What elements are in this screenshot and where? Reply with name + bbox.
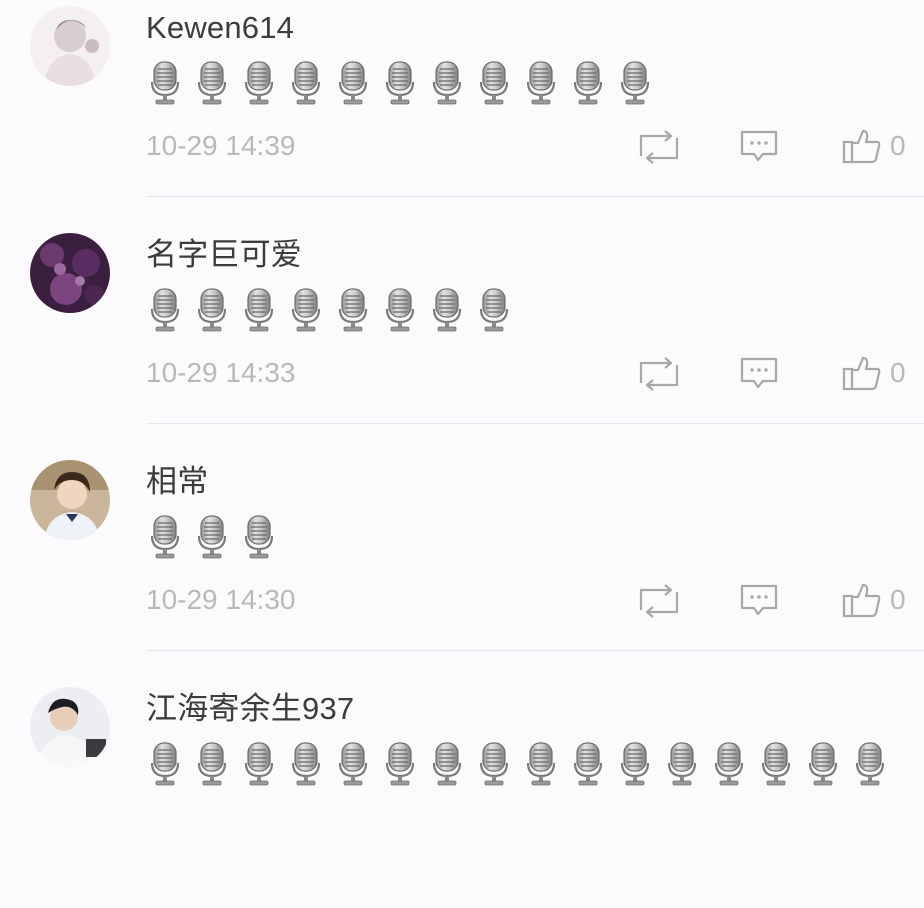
comment-content bbox=[150, 514, 291, 562]
thumbs-up-icon bbox=[842, 128, 882, 164]
microphone-emoji-icon bbox=[573, 60, 603, 106]
comment-item: 江海寄余生937 bbox=[0, 681, 924, 908]
username[interactable]: 名字巨可爱 bbox=[146, 235, 302, 275]
thumbs-up-icon bbox=[842, 582, 882, 618]
microphone-emoji-icon bbox=[432, 287, 462, 333]
microphone-emoji-icon bbox=[526, 60, 556, 106]
microphone-emoji-icon bbox=[244, 741, 274, 787]
microphone-emoji-icon bbox=[385, 60, 415, 106]
repost-button[interactable] bbox=[637, 128, 681, 164]
timestamp: 10-29 14:30 bbox=[146, 584, 296, 615]
comment-list: Kewen614 10-29 14:39 0 名字巨可爱 10-29 14:33… bbox=[0, 0, 924, 792]
comment-item: 相常 10-29 14:30 0 bbox=[0, 454, 924, 681]
microphone-emoji-icon bbox=[761, 741, 791, 787]
avatar[interactable] bbox=[30, 687, 110, 767]
reply-icon bbox=[739, 582, 779, 618]
reply-button[interactable] bbox=[739, 355, 779, 391]
comment-content bbox=[150, 60, 667, 108]
repost-icon bbox=[637, 128, 681, 164]
microphone-emoji-icon bbox=[150, 60, 180, 106]
repost-button[interactable] bbox=[637, 355, 681, 391]
like-button[interactable]: 0 bbox=[842, 128, 912, 164]
microphone-emoji-icon bbox=[479, 741, 509, 787]
microphone-emoji-icon bbox=[197, 60, 227, 106]
microphone-emoji-icon bbox=[385, 741, 415, 787]
microphone-emoji-icon bbox=[338, 741, 368, 787]
microphone-emoji-icon bbox=[667, 741, 697, 787]
microphone-emoji-icon bbox=[714, 741, 744, 787]
microphone-emoji-icon bbox=[808, 741, 838, 787]
repost-icon bbox=[637, 355, 681, 391]
like-button[interactable]: 0 bbox=[842, 582, 912, 618]
timestamp: 10-29 14:39 bbox=[146, 130, 296, 161]
microphone-emoji-icon bbox=[479, 60, 509, 106]
microphone-emoji-icon bbox=[197, 514, 227, 560]
reply-button[interactable] bbox=[739, 128, 779, 164]
microphone-emoji-icon bbox=[338, 287, 368, 333]
like-count: 0 bbox=[890, 584, 906, 615]
like-count: 0 bbox=[890, 130, 906, 161]
microphone-emoji-icon bbox=[620, 741, 650, 787]
repost-button[interactable] bbox=[637, 582, 681, 618]
microphone-emoji-icon bbox=[432, 60, 462, 106]
microphone-emoji-icon bbox=[197, 741, 227, 787]
microphone-emoji-icon bbox=[197, 287, 227, 333]
microphone-emoji-icon bbox=[244, 287, 274, 333]
avatar[interactable] bbox=[30, 6, 110, 86]
comment-item: Kewen614 10-29 14:39 0 bbox=[0, 0, 924, 227]
like-button[interactable]: 0 bbox=[842, 355, 912, 391]
thumbs-up-icon bbox=[842, 355, 882, 391]
reply-button[interactable] bbox=[739, 582, 779, 618]
reply-icon bbox=[739, 128, 779, 164]
timestamp: 10-29 14:33 bbox=[146, 357, 296, 388]
comment-content bbox=[150, 741, 902, 789]
microphone-emoji-icon bbox=[150, 741, 180, 787]
comment-item: 名字巨可爱 10-29 14:33 0 bbox=[0, 227, 924, 454]
microphone-emoji-icon bbox=[291, 741, 321, 787]
repost-icon bbox=[637, 582, 681, 618]
username[interactable]: Kewen614 bbox=[146, 8, 294, 48]
microphone-emoji-icon bbox=[244, 514, 274, 560]
microphone-emoji-icon bbox=[291, 60, 321, 106]
microphone-emoji-icon bbox=[479, 287, 509, 333]
microphone-emoji-icon bbox=[244, 60, 274, 106]
microphone-emoji-icon bbox=[291, 287, 321, 333]
comment-content bbox=[150, 287, 526, 335]
divider bbox=[146, 650, 924, 651]
like-count: 0 bbox=[890, 357, 906, 388]
microphone-emoji-icon bbox=[573, 741, 603, 787]
microphone-emoji-icon bbox=[338, 60, 368, 106]
microphone-emoji-icon bbox=[385, 287, 415, 333]
microphone-emoji-icon bbox=[855, 741, 885, 787]
username[interactable]: 相常 bbox=[146, 462, 208, 502]
microphone-emoji-icon bbox=[432, 741, 462, 787]
divider bbox=[146, 423, 924, 424]
username[interactable]: 江海寄余生937 bbox=[146, 689, 354, 729]
avatar[interactable] bbox=[30, 460, 110, 540]
divider bbox=[146, 196, 924, 197]
microphone-emoji-icon bbox=[620, 60, 650, 106]
microphone-emoji-icon bbox=[150, 514, 180, 560]
microphone-emoji-icon bbox=[526, 741, 556, 787]
reply-icon bbox=[739, 355, 779, 391]
avatar[interactable] bbox=[30, 233, 110, 313]
microphone-emoji-icon bbox=[150, 287, 180, 333]
